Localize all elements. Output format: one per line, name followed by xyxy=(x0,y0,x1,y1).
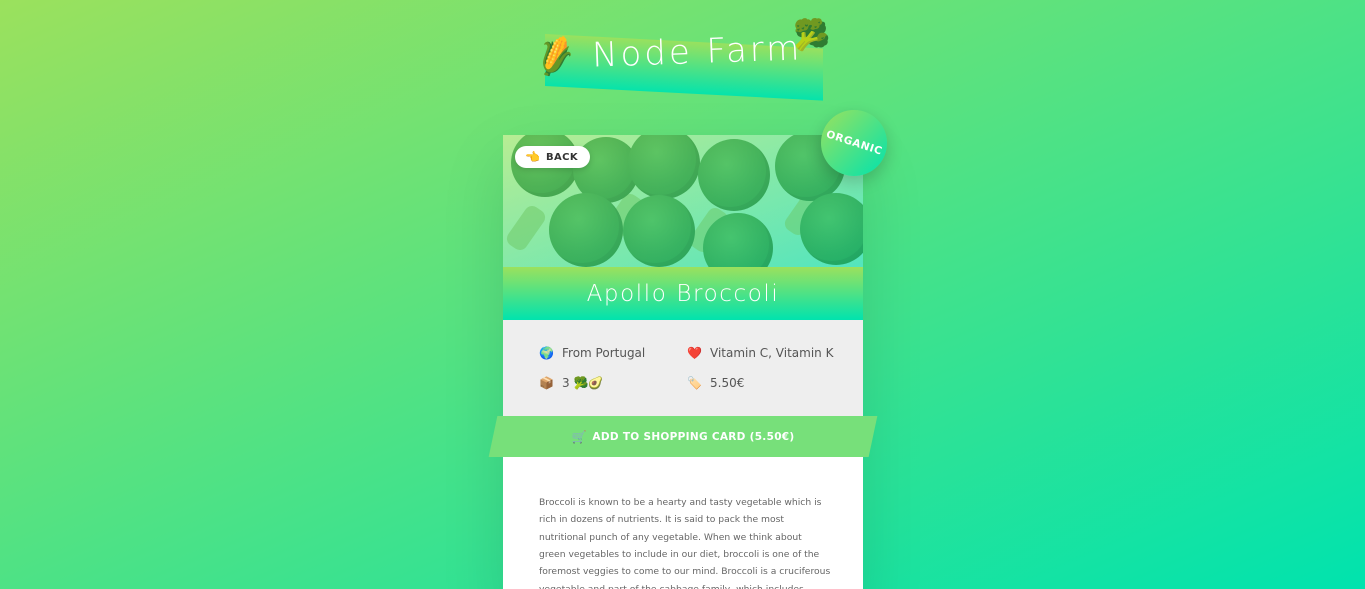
product-name: Apollo Broccoli xyxy=(586,280,780,307)
globe-icon: 🌍 xyxy=(539,346,554,360)
quantity-text: 3 🥦🥑 xyxy=(562,376,604,390)
add-to-cart-button[interactable]: 🛒 ADD TO SHOPPING CARD (5.50€) xyxy=(483,416,883,457)
origin-text: From Portugal xyxy=(562,346,646,360)
product-title-band: Apollo Broccoli xyxy=(503,267,863,320)
detail-origin: 🌍 From Portugal xyxy=(539,346,645,360)
detail-price: 🏷️ 5.50€ xyxy=(687,376,744,390)
nutrients-text: Vitamin C, Vitamin K xyxy=(710,346,834,360)
product-card: 👈 BACK Apollo Broccoli 🌍 From Portugal ❤… xyxy=(503,135,863,589)
detail-quantity: 📦 3 🥦🥑 xyxy=(539,376,603,390)
organic-label: ORGANIC xyxy=(824,128,884,158)
detail-nutrients: ❤️ Vitamin C, Vitamin K xyxy=(687,346,833,360)
add-to-cart-label: ADD TO SHOPPING CARD (5.50€) xyxy=(592,430,795,443)
back-label: BACK xyxy=(545,151,579,163)
price-tag-icon: 🏷️ xyxy=(687,376,702,390)
organic-badge: ORGANIC xyxy=(821,110,887,176)
cart-icon: 🛒 xyxy=(571,429,587,444)
product-details: 🌍 From Portugal ❤️ Vitamin C, Vitamin K … xyxy=(503,320,863,430)
site-logo[interactable]: 🌽 Node Farm 🥦 xyxy=(532,18,837,101)
pointing-hand-icon: 👈 xyxy=(525,150,540,164)
heart-icon: ❤️ xyxy=(687,346,702,360)
broccoli-icon: 🥦 xyxy=(793,18,831,53)
package-icon: 📦 xyxy=(539,376,554,390)
price-text: 5.50€ xyxy=(710,376,745,390)
product-description: Broccoli is known to be a hearty and tas… xyxy=(539,497,831,589)
product-image: 👈 BACK xyxy=(503,135,863,267)
back-button[interactable]: 👈 BACK xyxy=(515,146,591,168)
logo-title: Node Farm xyxy=(591,28,803,76)
